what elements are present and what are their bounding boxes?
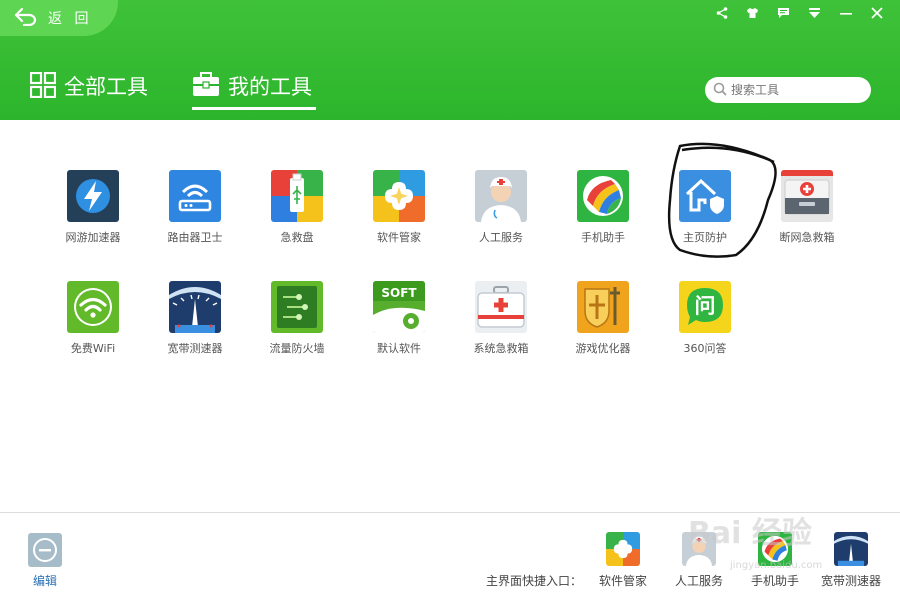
- wifi-icon: [67, 281, 119, 333]
- menu-icon[interactable]: [799, 4, 830, 22]
- tool-free-wifi[interactable]: 免费WiFi: [48, 281, 138, 356]
- tool-traffic-firewall[interactable]: 流量防火墙: [252, 281, 342, 356]
- tool-broadband-speedtest[interactable]: 宽带测速器: [150, 281, 240, 356]
- system-firstaid-icon: [475, 281, 527, 333]
- remove-icon: [28, 533, 62, 567]
- firewall-icon: [271, 281, 323, 333]
- game-optimizer-icon: [577, 281, 629, 333]
- tab-all-tools-label: 全部工具: [64, 75, 148, 99]
- shortcut-phone-assistant[interactable]: 手机助手: [740, 532, 810, 589]
- share-icon[interactable]: [706, 4, 737, 22]
- tool-network-firstaid[interactable]: 断网急救箱: [762, 170, 852, 245]
- soft-icon: SOFT: [373, 281, 425, 333]
- active-tab-indicator: [192, 107, 316, 110]
- minimize-icon[interactable]: [830, 4, 861, 22]
- shortcut-human-service[interactable]: 人工服务: [664, 532, 734, 589]
- shortcut-item-label: 人工服务: [674, 574, 723, 588]
- tool-label: 免费WiFi: [70, 342, 116, 355]
- shortcut-software-manager[interactable]: 软件管家: [588, 532, 658, 589]
- lightning-icon: [67, 170, 119, 222]
- tool-rescue-disk[interactable]: 急救盘: [252, 170, 342, 245]
- shortcut-item-label: 软件管家: [598, 574, 647, 588]
- toolbox-icon: [192, 72, 220, 102]
- back-button[interactable]: 返 回: [0, 0, 118, 36]
- grid-icon: [29, 71, 57, 102]
- shortcut-label: 主界面快捷入口：: [486, 574, 583, 588]
- tool-game-accelerator[interactable]: 网游加速器: [48, 170, 138, 245]
- home-shield-icon: [679, 170, 731, 222]
- usb-icon: [271, 170, 323, 222]
- qa-glyph: 问: [695, 294, 716, 318]
- search-box[interactable]: [705, 77, 871, 103]
- tool-label: 主页防护: [683, 231, 727, 244]
- tool-label: 人工服务: [479, 231, 523, 244]
- tool-label: 360问答: [683, 342, 727, 355]
- tool-router-guard[interactable]: 路由器卫士: [150, 170, 240, 245]
- tab-all-tools[interactable]: 全部工具: [29, 71, 148, 112]
- tool-label: 默认软件: [377, 342, 421, 355]
- tab-my-tools[interactable]: 我的工具: [192, 72, 316, 112]
- tool-label: 网游加速器: [65, 231, 121, 244]
- doctor-icon: [682, 532, 716, 566]
- tool-system-firstaid[interactable]: 系统急救箱: [456, 281, 546, 356]
- close-icon[interactable]: [861, 4, 892, 22]
- speed-gauge-icon: [834, 532, 868, 566]
- tool-phone-assistant[interactable]: 手机助手: [558, 170, 648, 245]
- tool-label: 急救盘: [280, 231, 314, 244]
- header-bar: 返 回 全部工具 我的工具: [0, 0, 900, 120]
- router-icon: [169, 170, 221, 222]
- tool-software-manager[interactable]: 软件管家: [354, 170, 444, 245]
- tool-label: 软件管家: [377, 231, 421, 244]
- shortcut-item-label: 手机助手: [750, 574, 799, 588]
- tool-default-software[interactable]: SOFT 默认软件: [354, 281, 444, 356]
- tool-label: 断网急救箱: [779, 231, 835, 244]
- tool-label: 流量防火墙: [269, 342, 325, 355]
- skin-icon[interactable]: [737, 4, 768, 22]
- shortcut-item-label: 宽带测速器: [820, 574, 881, 588]
- doctor-icon: [475, 170, 527, 222]
- software-manager-icon: [373, 170, 425, 222]
- speed-gauge-icon: [169, 281, 221, 333]
- tool-label: 系统急救箱: [473, 342, 529, 355]
- tool-label: 手机助手: [581, 231, 625, 244]
- phone-assistant-icon: [577, 170, 629, 222]
- back-arrow-icon: [14, 6, 38, 30]
- tool-label: 宽带测速器: [167, 342, 223, 355]
- shortcut-broadband-speedtest[interactable]: 宽带测速器: [816, 532, 886, 589]
- tool-360-qa[interactable]: 问 360问答: [660, 281, 750, 356]
- search-icon: [713, 82, 727, 99]
- phone-assistant-icon: [758, 532, 792, 566]
- tool-label: 路由器卫士: [167, 231, 223, 244]
- tool-homepage-protection[interactable]: 主页防护: [660, 170, 750, 245]
- edit-button[interactable]: 编辑: [28, 533, 64, 589]
- tab-my-tools-label: 我的工具: [228, 75, 312, 99]
- network-firstaid-icon: [781, 170, 833, 222]
- back-label: 返 回: [48, 11, 93, 27]
- footer-divider: [0, 512, 900, 513]
- soft-badge-text: SOFT: [381, 286, 417, 300]
- qa-icon: 问: [679, 281, 731, 333]
- search-input[interactable]: [731, 83, 861, 97]
- tool-human-service[interactable]: 人工服务: [456, 170, 546, 245]
- edit-label: 编辑: [32, 574, 57, 588]
- tool-game-optimizer[interactable]: 游戏优化器: [558, 281, 648, 356]
- tool-label: 游戏优化器: [575, 342, 631, 355]
- software-manager-icon: [606, 532, 640, 566]
- message-icon[interactable]: [768, 4, 799, 22]
- window-controls: [706, 4, 892, 22]
